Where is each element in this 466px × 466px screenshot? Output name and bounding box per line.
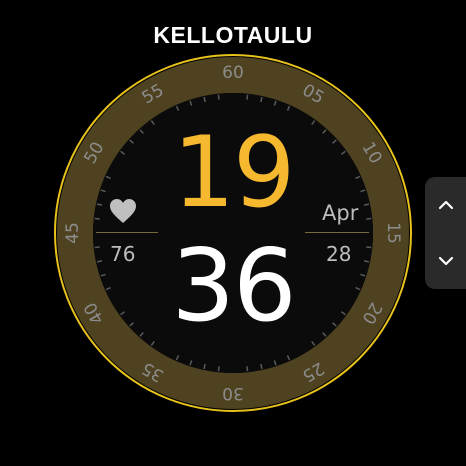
- minute-tick: [246, 94, 249, 100]
- separator-left: [96, 232, 158, 233]
- minute-tick: [217, 94, 220, 100]
- bezel-number-60: 60: [222, 63, 244, 83]
- day-value: 28: [326, 242, 352, 266]
- scroll-down-button[interactable]: [425, 233, 466, 289]
- separator-right: [305, 232, 369, 233]
- heart-rate-value: 76: [110, 242, 136, 266]
- minute-display: 36: [171, 227, 296, 344]
- heart-icon: [110, 199, 136, 223]
- minute-tick: [217, 366, 220, 372]
- scroll-controls: [425, 177, 466, 289]
- minute-tick: [260, 363, 263, 370]
- minute-tick: [260, 96, 263, 103]
- minute-tick: [203, 363, 206, 370]
- scroll-up-button[interactable]: [425, 177, 466, 233]
- watch-face: KELLOTAULU 60 05 10 15 20 25 30 35 40 45 50 55 19 3…: [0, 0, 466, 466]
- month-label: Apr: [322, 201, 359, 225]
- bezel-number-30: 30: [222, 383, 244, 403]
- chevron-up-icon: [438, 200, 453, 210]
- chevron-down-icon: [438, 256, 453, 266]
- hour-display: 19: [172, 116, 296, 230]
- minute-tick: [203, 96, 206, 103]
- minute-tick: [246, 366, 249, 372]
